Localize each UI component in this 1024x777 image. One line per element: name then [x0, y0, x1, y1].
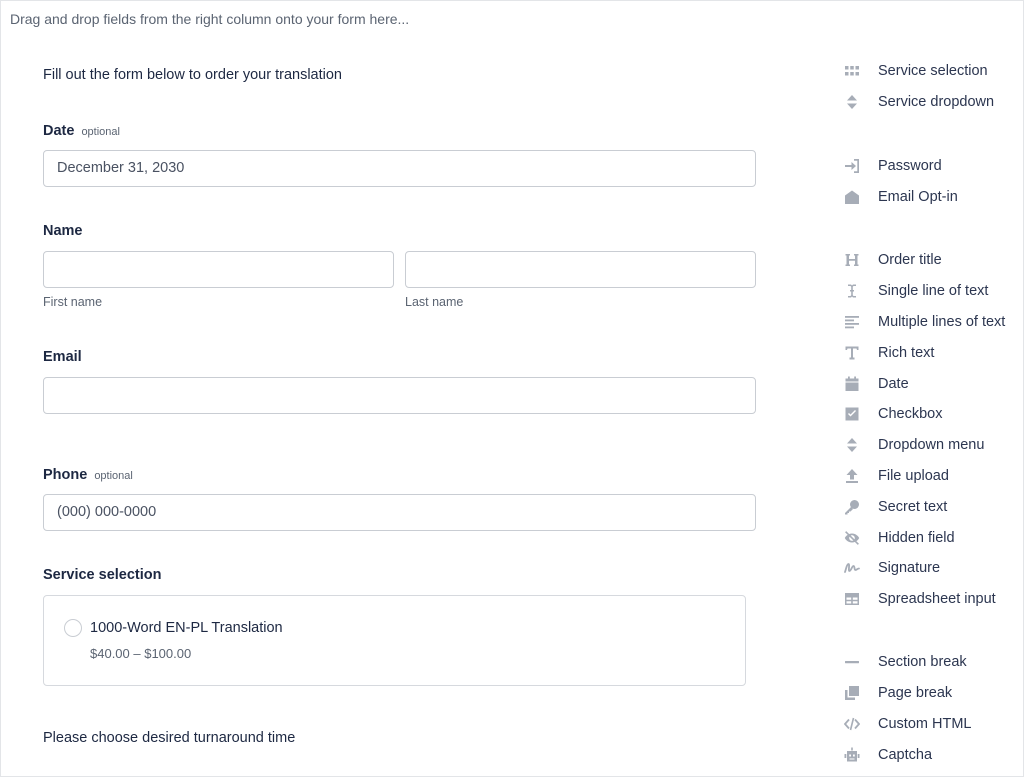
palette-item-date[interactable]: Date — [839, 373, 909, 395]
palette-item-spreadsheet-input[interactable]: Spreadsheet input — [839, 588, 996, 610]
drop-hint: Drag and drop fields from the right colu… — [10, 11, 410, 27]
palette-item-label: File upload — [878, 468, 949, 484]
date-label: Date optional — [43, 123, 120, 139]
palette-item-rich-text[interactable]: Rich text — [839, 342, 934, 364]
palette-item-section-break[interactable]: Section break — [839, 651, 967, 673]
date-optional-tag: optional — [81, 126, 120, 138]
envelope-open-icon — [839, 187, 865, 207]
palette-item-checkbox[interactable]: Checkbox — [839, 403, 942, 425]
palette-item-label: Custom HTML — [878, 716, 972, 732]
service-option-price: $40.00 – $100.00 — [90, 646, 192, 661]
palette-item-page-break[interactable]: Page break — [839, 682, 952, 704]
palette-item-label: Password — [878, 158, 942, 174]
palette-item-custom-html[interactable]: Custom HTML — [839, 713, 971, 735]
palette-item-label: Email Opt-in — [878, 189, 958, 205]
palette-item-label: Spreadsheet input — [878, 591, 996, 607]
sort-icon — [839, 92, 865, 112]
palette-item-single-line[interactable]: Single line of text — [839, 280, 988, 302]
first-name-sublabel: First name — [43, 295, 103, 309]
robot-icon — [839, 745, 865, 765]
palette-item-signature[interactable]: Signature — [839, 557, 940, 579]
palette-item-label: Section break — [878, 654, 967, 670]
calendar-icon — [839, 374, 865, 394]
palette-item-order-title[interactable]: Order title — [839, 249, 942, 271]
table-icon — [839, 589, 865, 609]
palette-item-email-opt-in[interactable]: Email Opt-in — [839, 186, 958, 208]
palette-item-multiple-lines[interactable]: Multiple lines of text — [839, 311, 1005, 333]
date-label-text: Date — [43, 123, 75, 139]
date-input[interactable]: December 31, 2030 — [43, 150, 756, 187]
key-icon — [839, 497, 865, 517]
login-icon — [839, 156, 865, 176]
minus-icon — [839, 652, 865, 672]
email-label: Email — [43, 349, 82, 365]
palette-item-label: Order title — [878, 252, 942, 268]
phone-optional-tag: optional — [94, 470, 133, 482]
palette-item-label: Dropdown menu — [878, 437, 985, 453]
grid-icon — [839, 61, 865, 81]
palette-item-label: Secret text — [878, 499, 948, 515]
checkbox-icon — [839, 404, 865, 424]
email-input[interactable] — [43, 377, 756, 414]
last-name-input[interactable] — [405, 251, 756, 288]
phone-label: Phone optional — [43, 467, 133, 483]
palette-item-service-selection[interactable]: Service selection — [839, 60, 988, 82]
upload-icon — [839, 466, 865, 486]
palette-item-dropdown-menu[interactable]: Dropdown menu — [839, 434, 984, 456]
palette-item-label: Date — [878, 376, 909, 392]
palette-item-secret-text[interactable]: Secret text — [839, 496, 947, 518]
palette-item-label: Rich text — [878, 345, 935, 361]
service-selection-label: Service selection — [43, 567, 162, 583]
palette-item-hidden-field[interactable]: Hidden field — [839, 527, 955, 549]
text-icon — [839, 343, 865, 363]
align-left-icon — [839, 312, 865, 332]
form-builder-canvas: Drag and drop fields from the right colu… — [0, 0, 1024, 777]
phone-label-text: Phone — [43, 467, 88, 483]
palette-item-label: Captcha — [878, 747, 933, 763]
palette-item-service-dropdown[interactable]: Service dropdown — [839, 91, 994, 113]
name-label: Name — [43, 223, 83, 239]
eye-slash-icon — [839, 528, 865, 548]
service-option-name: 1000-Word EN-PL Translation — [90, 620, 283, 636]
phone-input[interactable]: (000) 000-0000 — [43, 494, 756, 531]
service-option-card[interactable]: 1000-Word EN-PL Translation $40.00 – $10… — [43, 595, 746, 686]
last-name-sublabel: Last name — [405, 295, 464, 309]
service-radio[interactable] — [64, 619, 82, 637]
palette-item-label: Hidden field — [878, 530, 955, 546]
heading-icon — [839, 250, 865, 270]
palette-item-password[interactable]: Password — [839, 155, 942, 177]
signature-icon — [839, 558, 865, 578]
palette-item-label: Checkbox — [878, 406, 943, 422]
sort-icon — [839, 435, 865, 455]
palette-item-label: Multiple lines of text — [878, 314, 1006, 330]
first-name-input[interactable] — [43, 251, 394, 288]
palette-item-captcha[interactable]: Captcha — [839, 744, 932, 766]
copy-icon — [839, 683, 865, 703]
palette-item-label: Service selection — [878, 63, 988, 79]
palette-item-label: Signature — [878, 560, 941, 576]
turnaround-label: Please choose desired turnaround time — [43, 730, 296, 746]
palette-item-file-upload[interactable]: File upload — [839, 465, 949, 487]
palette-item-label: Service dropdown — [878, 94, 995, 110]
text-cursor-icon — [839, 281, 865, 301]
code-icon — [839, 714, 865, 734]
palette-item-label: Page break — [878, 685, 953, 701]
form-intro: Fill out the form below to order your tr… — [43, 67, 342, 83]
palette-item-label: Single line of text — [878, 283, 989, 299]
